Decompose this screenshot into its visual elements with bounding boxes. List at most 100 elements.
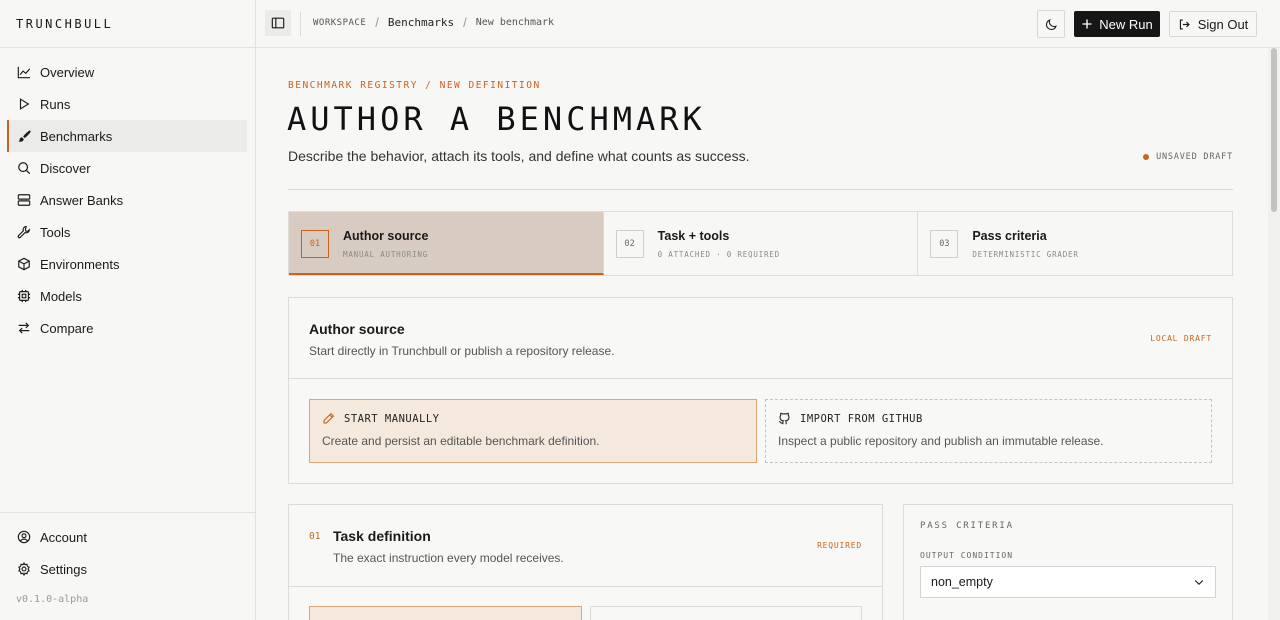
task-option[interactable]	[590, 606, 862, 620]
step-number: 01	[301, 230, 329, 258]
user-circle-icon	[17, 530, 31, 544]
page-subtitle: Describe the behavior, attach its tools,…	[288, 148, 750, 164]
breadcrumb-workspace[interactable]: WORKSPACE	[313, 18, 366, 28]
card-description: Start directly in Trunchbull or publish …	[309, 344, 615, 358]
github-icon	[778, 412, 790, 425]
option-description: Create and persist an editable benchmark…	[322, 434, 600, 448]
sidebar-toggle-button[interactable]	[265, 10, 291, 36]
cpu-icon	[17, 289, 31, 303]
import-from-github-option[interactable]: IMPORT FROM GITHUB Inspect a public repo…	[765, 399, 1212, 463]
output-condition-label: OUTPUT CONDITION	[920, 551, 1014, 560]
pencil-icon	[323, 412, 335, 424]
step-title: Task + tools	[657, 229, 730, 243]
chevron-down-icon	[1194, 580, 1204, 586]
sidebar-item-tools[interactable]: Tools	[8, 216, 247, 248]
start-manually-option[interactable]: START MANUALLY Create and persist an edi…	[309, 399, 757, 463]
sidebar-item-models[interactable]: Models	[8, 280, 247, 312]
divider	[288, 189, 1233, 190]
breadcrumb: WORKSPACE / Benchmarks / New benchmark	[313, 15, 554, 30]
required-tag: REQUIRED	[817, 541, 862, 550]
sidebar-item-label: Models	[40, 288, 82, 304]
sidebar-item-settings[interactable]: Settings	[8, 553, 247, 585]
gear-icon	[18, 562, 30, 576]
sidebar-item-label: Compare	[40, 320, 94, 336]
local-draft-tag: LOCAL DRAFT	[1150, 334, 1212, 343]
sidebar-item-overview[interactable]: Overview	[8, 56, 247, 88]
sidebar-item-label: Runs	[40, 96, 71, 112]
plus-icon	[1082, 19, 1092, 29]
database-icon	[17, 194, 31, 206]
chart-line-icon	[17, 66, 31, 79]
option-description: Inspect a public repository and publish …	[778, 434, 1104, 448]
step-desc: DETERMINISTIC GRADER	[972, 250, 1079, 259]
card-title: Task definition	[333, 528, 431, 544]
select-value: non_empty	[931, 575, 993, 589]
option-title: IMPORT FROM GITHUB	[800, 412, 923, 425]
sidebar-toggle-icon	[271, 17, 285, 29]
card-header: 01 Task definition The exact instruction…	[289, 505, 882, 587]
sidebar-item-environments[interactable]: Environments	[8, 248, 247, 280]
brush-icon	[18, 130, 31, 142]
main-content: BENCHMARK REGISTRY / NEW DEFINITION AUTH…	[256, 48, 1268, 620]
sign-out-button[interactable]: Sign Out	[1169, 11, 1257, 37]
sidebar-item-label: Benchmarks	[40, 128, 113, 144]
brand-logo[interactable]: TRUNCHBULL	[0, 0, 255, 48]
sidebar-item-answer-banks[interactable]: Answer Banks	[8, 184, 247, 216]
card-header: Author source Start directly in Trunchbu…	[289, 298, 1232, 379]
breadcrumb-separator: /	[375, 15, 379, 30]
sidebar-item-benchmarks[interactable]: Benchmarks	[7, 120, 247, 152]
moon-icon	[1045, 18, 1057, 30]
sidebar-item-label: Account	[40, 529, 87, 545]
sidebar-item-runs[interactable]: Runs	[8, 88, 247, 120]
divider	[300, 12, 301, 36]
scrollbar[interactable]	[1268, 48, 1280, 620]
step-number: 02	[615, 230, 644, 258]
play-icon	[19, 98, 30, 110]
search-icon	[18, 162, 31, 175]
card-title: Author source	[309, 321, 405, 337]
sidebar-item-label: Environments	[40, 256, 120, 272]
wrench-icon	[17, 225, 30, 239]
new-run-label: New Run	[1099, 16, 1153, 32]
arrows-compare-icon	[18, 322, 30, 334]
sidebar-item-label: Answer Banks	[40, 192, 124, 208]
page-eyebrow: BENCHMARK REGISTRY / NEW DEFINITION	[288, 80, 541, 91]
step-desc: MANUAL AUTHORING	[343, 250, 429, 259]
step-author-source[interactable]: 01 Author source MANUAL AUTHORING	[289, 212, 604, 275]
step-title: Pass criteria	[972, 229, 1047, 243]
task-definition-card: 01 Task definition The exact instruction…	[288, 504, 883, 620]
new-run-button[interactable]: New Run	[1074, 11, 1160, 37]
breadcrumb-current: New benchmark	[475, 17, 555, 28]
sidebar-item-discover[interactable]: Discover	[8, 152, 247, 184]
step-task-tools[interactable]: 02 Task + tools 0 ATTACHED · 0 REQUIRED	[603, 212, 919, 275]
sidebar-nav: Overview Runs Benchmarks Discover Answer…	[0, 48, 255, 344]
app-version: v0.1.0-alpha	[16, 594, 89, 605]
sidebar: TRUNCHBULL Overview Runs Benchmarks Disc…	[0, 0, 256, 620]
step-title: Author source	[343, 229, 429, 243]
sidebar-item-label: Tools	[40, 224, 71, 240]
scrollbar-thumb[interactable]	[1271, 48, 1277, 212]
page-title: AUTHOR A BENCHMARK	[287, 100, 706, 138]
sidebar-item-label: Discover	[40, 160, 91, 176]
top-bar: WORKSPACE / Benchmarks / New benchmark N…	[256, 0, 1280, 48]
step-pass-criteria[interactable]: 03 Pass criteria DETERMINISTIC GRADER	[918, 212, 1233, 275]
task-option-selected[interactable]	[309, 606, 582, 620]
step-desc: 0 ATTACHED · 0 REQUIRED	[657, 250, 780, 259]
status-dot-icon	[1143, 154, 1150, 160]
section-number: 01	[309, 531, 321, 542]
card-description: The exact instruction every model receiv…	[333, 551, 564, 565]
sidebar-item-account[interactable]: Account	[8, 521, 247, 553]
stepper: 01 Author source MANUAL AUTHORING 02 Tas…	[288, 211, 1233, 276]
sidebar-item-compare[interactable]: Compare	[8, 312, 247, 344]
card-title: PASS CRITERIA	[920, 521, 1014, 531]
sign-out-label: Sign Out	[1197, 16, 1249, 32]
sidebar-item-label: Settings	[40, 561, 87, 577]
sidebar-footer: Account Settings	[0, 512, 255, 585]
output-condition-select[interactable]: non_empty	[920, 566, 1216, 598]
draft-status-badge: UNSAVED DRAFT	[1143, 152, 1233, 162]
option-title: START MANUALLY	[344, 412, 440, 425]
author-source-card: Author source Start directly in Trunchbu…	[288, 297, 1233, 484]
theme-toggle-button[interactable]	[1037, 10, 1065, 38]
breadcrumb-benchmarks[interactable]: Benchmarks	[388, 16, 454, 29]
pass-criteria-card: PASS CRITERIA OUTPUT CONDITION non_empty	[903, 504, 1233, 620]
